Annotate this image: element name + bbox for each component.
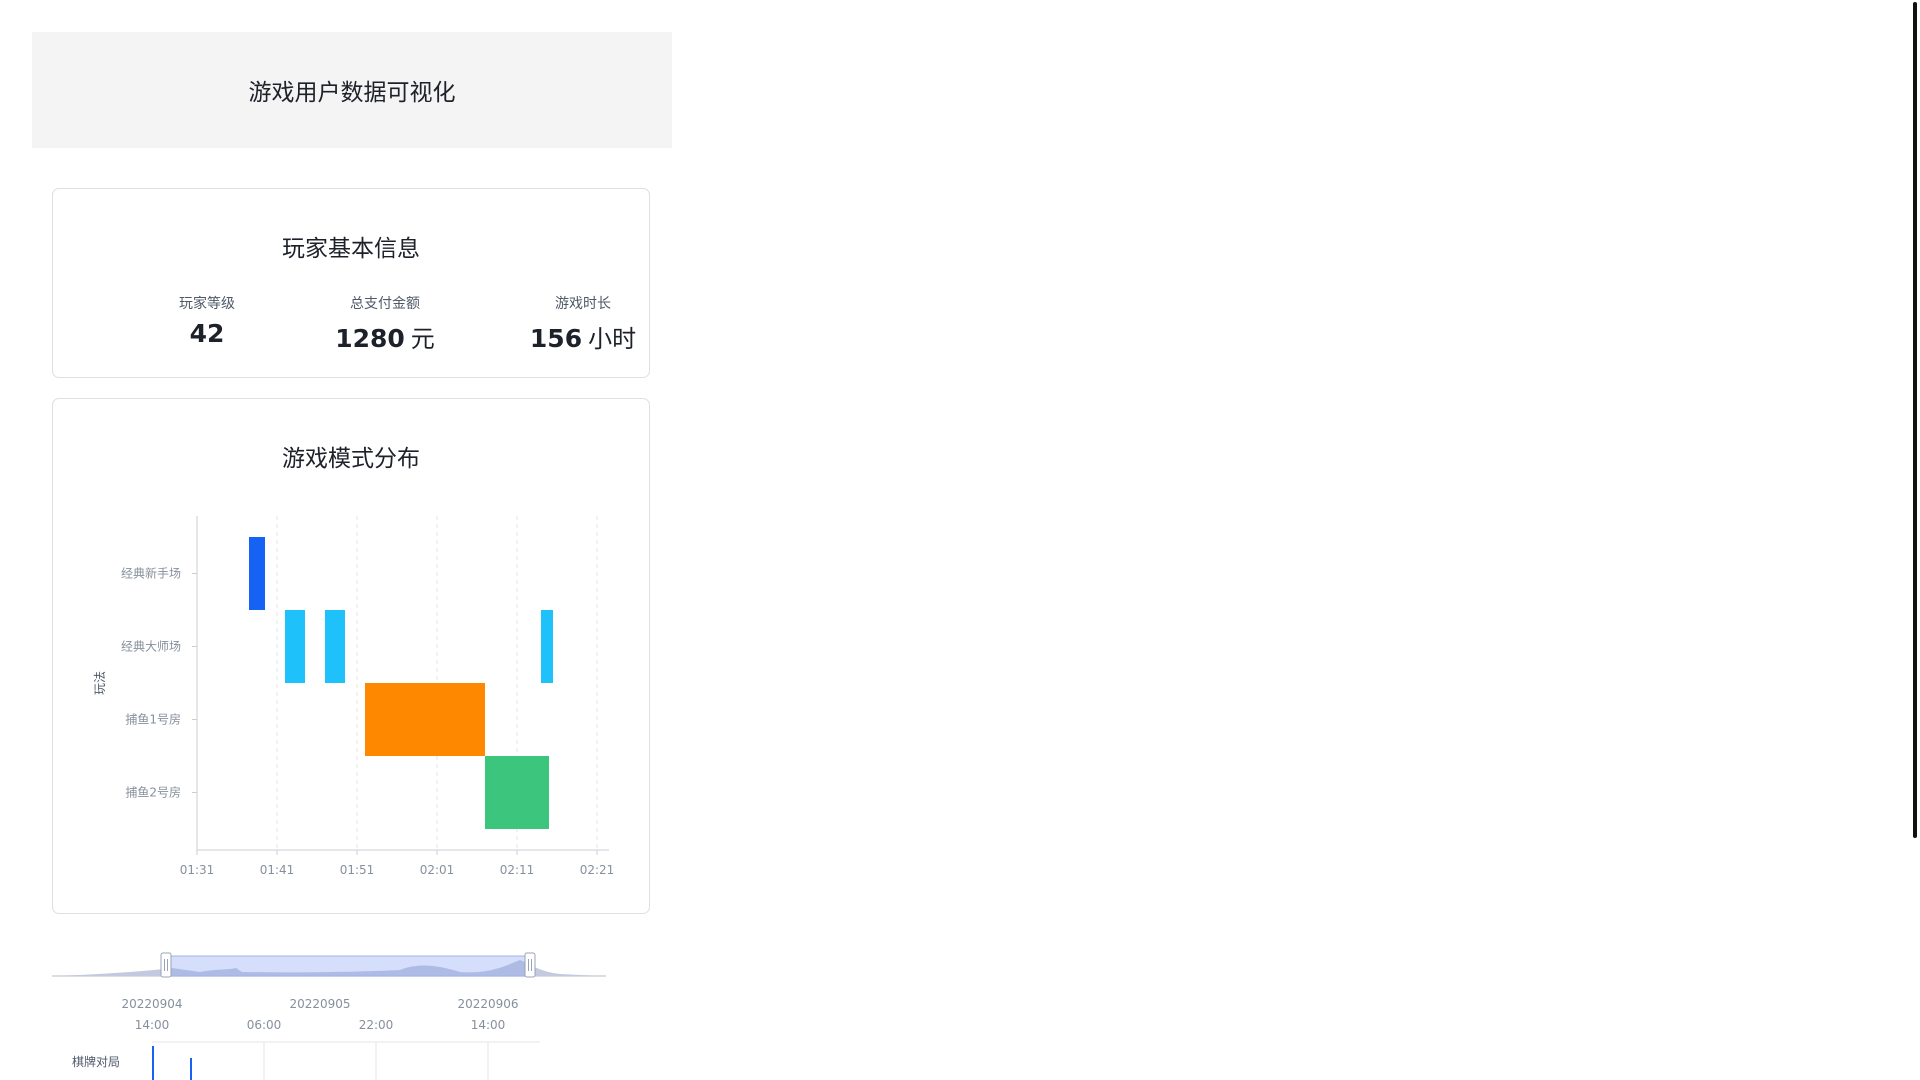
timeline-row-label: 棋牌对局 bbox=[72, 1055, 120, 1069]
timeline-slider-chart: 20220904 20220905 20220906 14:00 06:00 22:00 1… bbox=[52, 952, 606, 1080]
slider-selection bbox=[165, 955, 531, 977]
timeline-time-label: 14:00 bbox=[135, 1018, 170, 1032]
slider-handle[interactable] bbox=[524, 952, 536, 978]
timeline-time-label: 06:00 bbox=[247, 1018, 282, 1032]
timeline-time-label: 14:00 bbox=[471, 1018, 506, 1032]
timeline-date-label: 20220906 bbox=[457, 997, 518, 1011]
timeline-time-label: 22:00 bbox=[359, 1018, 394, 1032]
slider-handle[interactable] bbox=[160, 952, 172, 978]
timeline-date-label: 20220905 bbox=[289, 997, 350, 1011]
page-scrollbar[interactable] bbox=[1913, 2, 1917, 838]
timeline-date-label: 20220904 bbox=[121, 997, 182, 1011]
